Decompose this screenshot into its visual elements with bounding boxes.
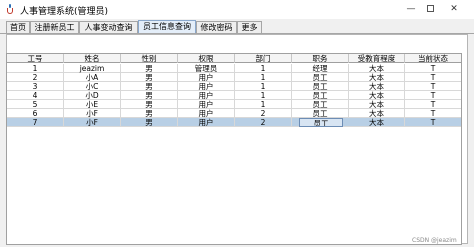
- cell-education[interactable]: 大本: [349, 73, 405, 82]
- col-header-status[interactable]: 当前状态: [405, 54, 461, 63]
- tab-change-password[interactable]: 修改密码: [196, 21, 237, 33]
- cell-id[interactable]: 6: [7, 109, 64, 118]
- cell-gender[interactable]: 男: [121, 109, 178, 118]
- col-header-position[interactable]: 职务: [292, 54, 349, 63]
- cell-status[interactable]: T: [405, 73, 461, 82]
- cell-name[interactable]: 小F: [64, 118, 121, 127]
- cell-gender[interactable]: 男: [121, 118, 178, 127]
- table-row[interactable]: 2 小A 男 用户 1 员工 大本 T: [7, 73, 461, 82]
- cell-position-focused[interactable]: 员工: [299, 118, 343, 127]
- cell-status[interactable]: T: [405, 100, 461, 109]
- col-header-permission[interactable]: 权限: [178, 54, 235, 63]
- cell-department[interactable]: 2: [235, 118, 292, 127]
- cell-education[interactable]: 大本: [349, 118, 405, 127]
- cell-id[interactable]: 3: [7, 82, 64, 91]
- cell-education[interactable]: 大本: [349, 91, 405, 100]
- employee-table[interactable]: 工号 姓名 性别 权限 部门 职务 受教育程度 当前状态 1 jeazim 男 …: [6, 53, 462, 245]
- table-row[interactable]: 4 小D 男 用户 1 员工 大本 T: [7, 91, 461, 100]
- maximize-button[interactable]: [424, 3, 438, 15]
- cell-id[interactable]: 1: [7, 64, 64, 73]
- cell-permission[interactable]: 用户: [178, 73, 235, 82]
- cell-education[interactable]: 大本: [349, 109, 405, 118]
- cell-name[interactable]: 小E: [64, 100, 121, 109]
- title-bar[interactable]: 人事管理系统(管理员) — ✕: [0, 0, 474, 19]
- window-title: 人事管理系统(管理员): [20, 7, 109, 17]
- cell-gender[interactable]: 男: [121, 91, 178, 100]
- tab-employee-info[interactable]: 员工信息查询: [138, 20, 196, 34]
- col-header-id[interactable]: 工号: [7, 54, 64, 63]
- cell-permission[interactable]: 用户: [178, 91, 235, 100]
- cell-gender[interactable]: 男: [121, 100, 178, 109]
- cell-status[interactable]: T: [405, 64, 461, 73]
- cell-status[interactable]: T: [405, 82, 461, 91]
- minimize-button[interactable]: —: [404, 3, 418, 15]
- col-header-department[interactable]: 部门: [235, 54, 292, 63]
- tab-personnel-changes[interactable]: 人事变动查询: [79, 21, 138, 33]
- close-button[interactable]: ✕: [447, 3, 461, 15]
- table-row[interactable]: 6 小F 男 用户 2 员工 大本 T: [7, 109, 461, 118]
- java-cup-icon: [5, 4, 16, 15]
- cell-name[interactable]: 小A: [64, 73, 121, 82]
- tab-bar: 首页 注册新员工 人事变动查询 员工信息查询 修改密码 更多: [0, 19, 474, 34]
- cell-permission[interactable]: 用户: [178, 109, 235, 118]
- table-row-selected[interactable]: 7 小F 男 用户 2 员工 大本 T: [7, 118, 461, 127]
- table-row[interactable]: 5 小E 男 用户 1 员工 大本 T: [7, 100, 461, 109]
- cell-permission[interactable]: 用户: [178, 100, 235, 109]
- cell-permission[interactable]: 用户: [178, 118, 235, 127]
- cell-position[interactable]: 经理: [292, 64, 349, 73]
- cell-name[interactable]: jeazim: [64, 64, 121, 73]
- cell-id[interactable]: 4: [7, 91, 64, 100]
- col-header-name[interactable]: 姓名: [64, 54, 121, 63]
- col-header-gender[interactable]: 性别: [121, 54, 178, 63]
- cell-permission[interactable]: 用户: [178, 82, 235, 91]
- cell-status[interactable]: T: [405, 118, 461, 127]
- table-header: 工号 姓名 性别 权限 部门 职务 受教育程度 当前状态: [7, 54, 461, 63]
- cell-permission[interactable]: 管理员: [178, 64, 235, 73]
- cell-department[interactable]: 1: [235, 100, 292, 109]
- cell-department[interactable]: 1: [235, 91, 292, 100]
- cell-name[interactable]: 小C: [64, 82, 121, 91]
- cell-department[interactable]: 1: [235, 73, 292, 82]
- cell-gender[interactable]: 男: [121, 64, 178, 73]
- col-header-education[interactable]: 受教育程度: [349, 54, 405, 63]
- cell-education[interactable]: 大本: [349, 82, 405, 91]
- cell-position[interactable]: 员工: [292, 100, 349, 109]
- maximize-icon: [427, 5, 434, 12]
- tab-home[interactable]: 首页: [6, 21, 30, 33]
- table-row[interactable]: 1 jeazim 男 管理员 1 经理 大本 T: [7, 64, 461, 73]
- cell-department[interactable]: 1: [235, 82, 292, 91]
- cell-id[interactable]: 2: [7, 73, 64, 82]
- cell-position[interactable]: 员工: [292, 91, 349, 100]
- cell-gender[interactable]: 男: [121, 82, 178, 91]
- cell-name[interactable]: 小D: [64, 91, 121, 100]
- watermark-text: CSDN @jeazim: [412, 237, 457, 244]
- tab-register-employee[interactable]: 注册新员工: [30, 21, 79, 33]
- cell-education[interactable]: 大本: [349, 64, 405, 73]
- cell-gender[interactable]: 男: [121, 73, 178, 82]
- cell-education[interactable]: 大本: [349, 100, 405, 109]
- cell-position[interactable]: 员工: [292, 109, 349, 118]
- cell-id[interactable]: 7: [7, 118, 64, 127]
- cell-position[interactable]: 员工: [292, 73, 349, 82]
- cell-name[interactable]: 小F: [64, 109, 121, 118]
- cell-department[interactable]: 1: [235, 64, 292, 73]
- cell-status[interactable]: T: [405, 109, 461, 118]
- cell-id[interactable]: 5: [7, 100, 64, 109]
- app-window: 人事管理系统(管理员) — ✕ 首页 注册新员工 人事变动查询 员工信息查询 修…: [0, 0, 474, 247]
- cell-status[interactable]: T: [405, 91, 461, 100]
- cell-position[interactable]: 员工: [292, 82, 349, 91]
- table-row[interactable]: 3 小C 男 用户 1 员工 大本 T: [7, 82, 461, 91]
- cell-department[interactable]: 2: [235, 109, 292, 118]
- tab-more[interactable]: 更多: [237, 21, 262, 33]
